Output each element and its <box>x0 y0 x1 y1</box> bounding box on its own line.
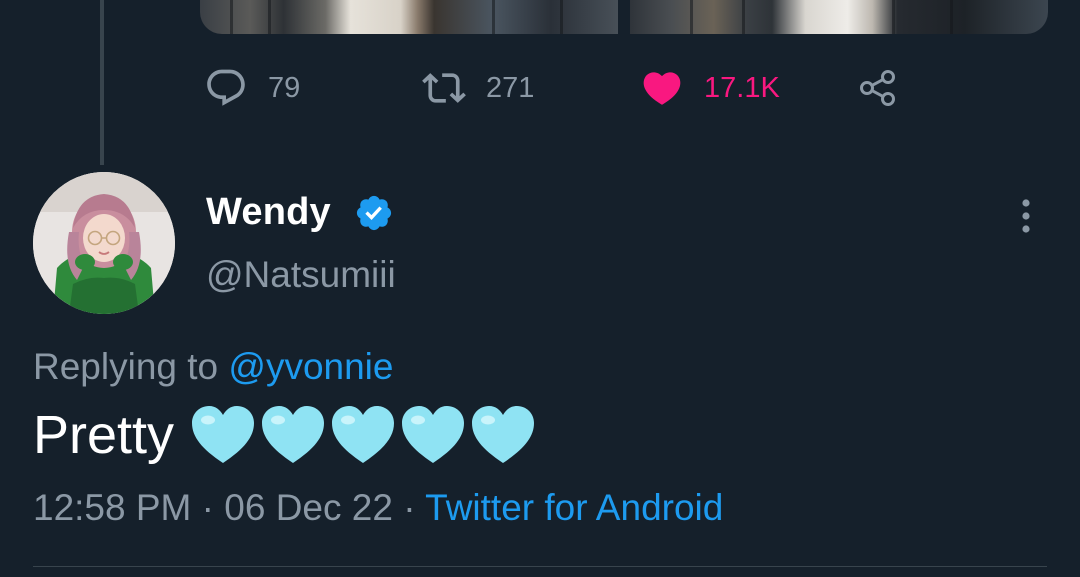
more-vertical-icon[interactable] <box>1012 194 1040 238</box>
verified-badge-icon <box>354 193 394 233</box>
tweet-text: Pretty <box>33 405 175 465</box>
tweet-time[interactable]: 12:58 PM <box>33 487 191 528</box>
light-blue-heart-emoji <box>262 406 325 463</box>
author-handle[interactable]: @Natsumiii <box>206 254 396 296</box>
light-blue-heart-emoji <box>472 406 535 463</box>
share-icon <box>856 66 900 110</box>
tweet-source-link[interactable]: Twitter for Android <box>425 487 723 528</box>
like-button[interactable]: 17.1K <box>640 60 780 116</box>
thread-connector-line <box>100 0 104 165</box>
light-blue-heart-emoji <box>332 406 395 463</box>
retweet-icon <box>422 66 466 110</box>
retweet-count: 271 <box>486 71 535 104</box>
divider <box>33 566 1047 567</box>
tweet-metadata: 12:58 PM · 06 Dec 22 · Twitter for Andro… <box>33 487 723 529</box>
meta-separator: · <box>392 487 426 528</box>
media-photo-left[interactable] <box>200 0 618 34</box>
tweet-body: Pretty <box>33 400 538 470</box>
reply-button[interactable]: 79 <box>204 60 300 116</box>
light-blue-heart-emoji <box>192 406 255 463</box>
replying-to-mention-link[interactable]: @yvonnie <box>228 346 393 387</box>
reply-icon <box>204 66 248 110</box>
retweet-button[interactable]: 271 <box>422 60 534 116</box>
reply-count: 79 <box>268 71 301 104</box>
replying-to-line: Replying to @yvonnie <box>33 346 393 388</box>
author-display-name[interactable]: Wendy <box>206 191 331 234</box>
replying-to-label: Replying to <box>33 346 229 387</box>
share-button[interactable] <box>856 60 900 116</box>
light-blue-heart-emoji <box>402 406 465 463</box>
meta-separator: · <box>191 487 225 528</box>
tweet-date[interactable]: 06 Dec 22 <box>224 487 393 528</box>
media-photo-right[interactable] <box>630 0 1048 34</box>
avatar[interactable] <box>33 172 175 314</box>
heart-filled-icon <box>640 66 684 110</box>
emoji-group <box>188 403 538 467</box>
like-count: 17.1K <box>704 71 780 104</box>
previous-tweet-media <box>200 0 1048 34</box>
tweet-action-bar: 79 271 17.1K <box>200 60 920 116</box>
